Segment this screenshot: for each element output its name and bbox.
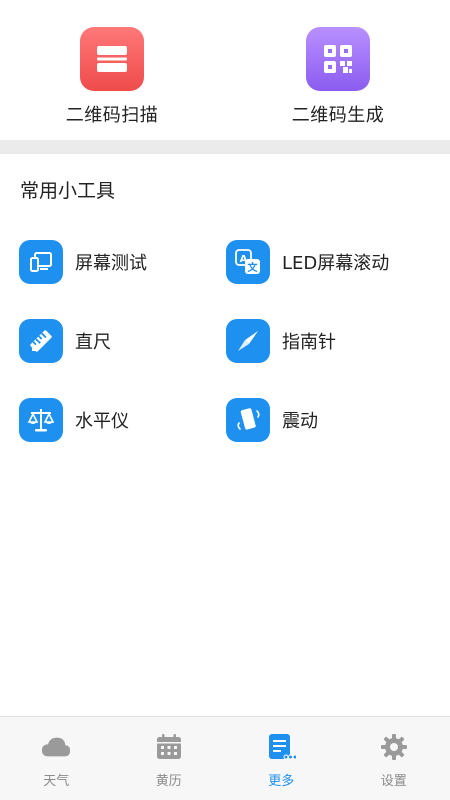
tool-compass[interactable]: 指南针 (226, 319, 336, 363)
qr-code-icon (306, 27, 370, 91)
scan-icon (80, 27, 144, 91)
balance-scale-icon (19, 398, 63, 442)
section-divider (0, 140, 450, 154)
tool-label: 指南针 (282, 332, 336, 353)
tool-led-scroll[interactable]: A 文 LED屏幕滚动 (226, 240, 389, 284)
qr-generate-label: 二维码生成 (291, 105, 385, 126)
svg-text:文: 文 (248, 261, 259, 274)
tab-label: 黄历 (155, 774, 182, 789)
section-title: 常用小工具 (20, 180, 116, 202)
ruler-icon (19, 319, 63, 363)
cloud-icon (41, 732, 71, 762)
vibrate-phone-icon (226, 398, 270, 442)
tool-label: 直尺 (75, 332, 111, 353)
gear-icon (379, 732, 409, 762)
tab-label: 天气 (43, 774, 70, 789)
top-actions: 二维码扫描 二维码生成 (0, 0, 450, 140)
qr-scan-button[interactable]: 二维码扫描 (32, 27, 192, 127)
tool-label: 水平仪 (75, 411, 129, 432)
screen-test-icon (19, 240, 63, 284)
tab-settings[interactable]: 设置 (338, 717, 450, 800)
tab-label: 设置 (380, 774, 407, 789)
more-list-icon (266, 732, 297, 762)
qr-scan-label: 二维码扫描 (65, 105, 159, 126)
tool-screen-test[interactable]: 屏幕测试 (19, 240, 147, 284)
qr-generate-button[interactable]: 二维码生成 (258, 27, 418, 127)
tool-label: LED屏幕滚动 (282, 253, 390, 274)
compass-icon (226, 319, 270, 363)
tool-ruler[interactable]: 直尺 (19, 319, 111, 363)
tab-almanac[interactable]: 黄历 (113, 717, 226, 800)
tab-weather[interactable]: 天气 (0, 717, 113, 800)
tool-label: 屏幕测试 (75, 253, 147, 274)
bottom-tab-bar: 天气 黄历 更多 设置 (0, 716, 450, 800)
tool-vibrate[interactable]: 震动 (226, 398, 318, 442)
tab-label: 更多 (268, 774, 295, 789)
calendar-icon (154, 732, 184, 762)
translate-icon: A 文 (226, 240, 270, 284)
tool-level[interactable]: 水平仪 (19, 398, 129, 442)
tab-more[interactable]: 更多 (225, 717, 338, 800)
tool-label: 震动 (282, 411, 318, 432)
